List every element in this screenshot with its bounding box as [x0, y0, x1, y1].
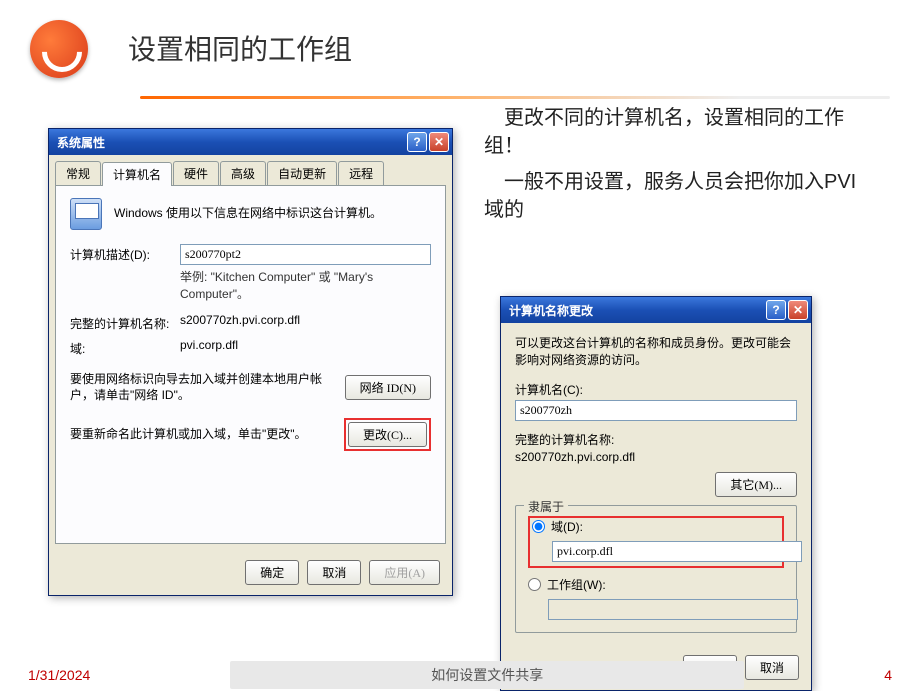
- change-button-highlight: 更改(C)...: [344, 418, 431, 451]
- sysprops-footer: 确定 取消 应用(A): [49, 550, 452, 595]
- sysprops-panel: Windows 使用以下信息在网络中标识这台计算机。 计算机描述(D): 举例:…: [55, 185, 446, 544]
- workgroup-input: [548, 599, 798, 620]
- apply-button[interactable]: 应用(A): [369, 560, 440, 585]
- computer-desc-label: 计算机描述(D):: [70, 244, 180, 263]
- ok-button[interactable]: 确定: [245, 560, 299, 585]
- cancel-button[interactable]: 取消: [307, 560, 361, 585]
- slide-paragraph-1: 更改不同的计算机名，设置相同的工作组！: [484, 104, 864, 160]
- computer-icon: [70, 198, 102, 230]
- computer-desc-input[interactable]: [180, 244, 431, 265]
- member-of-fieldset: 隶属于 域(D): 工作组(W):: [515, 505, 797, 633]
- slide-paragraph-2: 一般不用设置，服务人员会把你加入PVI域的: [484, 168, 864, 224]
- sysprops-intro: Windows 使用以下信息在网络中标识这台计算机。: [114, 198, 382, 221]
- rename-name-label: 计算机名(C):: [515, 381, 797, 398]
- rename-body: 可以更改这台计算机的名称和成员身份。更改可能会影响对网络资源的访问。 计算机名(…: [501, 323, 811, 645]
- domain-value: pvi.corp.dfl: [180, 338, 431, 352]
- slide-body-text: 更改不同的计算机名，设置相同的工作组！ 一般不用设置，服务人员会把你加入PVI域…: [484, 104, 864, 232]
- footer-date: 1/31/2024: [28, 667, 90, 683]
- domain-label: 域:: [70, 338, 180, 357]
- workgroup-radio[interactable]: [528, 578, 541, 591]
- fullname-value: s200770zh.pvi.corp.dfl: [180, 313, 431, 327]
- member-of-legend: 隶属于: [524, 498, 568, 515]
- rename-titlebar[interactable]: 计算机名称更改 ? ✕: [501, 297, 811, 323]
- footer-title: 如何设置文件共享: [230, 661, 744, 689]
- close-icon[interactable]: ✕: [788, 300, 808, 320]
- header-divider: [140, 96, 890, 99]
- domain-radio-label: 域(D):: [551, 518, 583, 535]
- network-id-button[interactable]: 网络 ID(N): [345, 375, 431, 400]
- change-desc: 要重新命名此计算机或加入域，单击"更改"。: [70, 426, 334, 443]
- rename-title: 计算机名称更改: [509, 302, 764, 319]
- sysprops-tabs: 常规 计算机名 硬件 高级 自动更新 远程: [49, 155, 452, 185]
- rename-dialog: 计算机名称更改 ? ✕ 可以更改这台计算机的名称和成员身份。更改可能会影响对网络…: [500, 296, 812, 691]
- rename-fullname-value: s200770zh.pvi.corp.dfl: [515, 450, 797, 464]
- slide-footer: 1/31/2024 如何设置文件共享 4: [0, 660, 920, 690]
- footer-page-number: 4: [884, 667, 892, 683]
- tab-general[interactable]: 常规: [55, 161, 101, 185]
- close-icon[interactable]: ✕: [429, 132, 449, 152]
- workgroup-radio-label: 工作组(W):: [547, 576, 606, 593]
- tab-computer-name[interactable]: 计算机名: [102, 162, 172, 186]
- tab-hardware[interactable]: 硬件: [173, 161, 219, 185]
- domain-input[interactable]: [552, 541, 802, 562]
- computer-name-input[interactable]: [515, 400, 797, 421]
- domain-option-highlight: 域(D):: [528, 516, 784, 568]
- sysprops-titlebar[interactable]: 系统属性 ? ✕: [49, 129, 452, 155]
- rename-intro: 可以更改这台计算机的名称和成员身份。更改可能会影响对网络资源的访问。: [515, 335, 797, 369]
- other-button[interactable]: 其它(M)...: [715, 472, 797, 497]
- brand-logo: [30, 20, 88, 78]
- rename-fullname-label: 完整的计算机名称:: [515, 431, 797, 448]
- system-properties-window: 系统属性 ? ✕ 常规 计算机名 硬件 高级 自动更新 远程 Windows 使…: [48, 128, 453, 596]
- help-icon[interactable]: ?: [766, 300, 786, 320]
- netid-desc: 要使用网络标识向导去加入域并创建本地用户帐户，请单击"网络 ID"。: [70, 371, 335, 405]
- help-icon[interactable]: ?: [407, 132, 427, 152]
- domain-radio[interactable]: [532, 520, 545, 533]
- tab-advanced[interactable]: 高级: [220, 161, 266, 185]
- change-button[interactable]: 更改(C)...: [348, 422, 427, 447]
- sysprops-title: 系统属性: [57, 134, 405, 151]
- computer-desc-hint: 举例: "Kitchen Computer" 或 "Mary's Compute…: [180, 269, 431, 303]
- tab-auto-update[interactable]: 自动更新: [267, 161, 337, 185]
- tab-remote[interactable]: 远程: [338, 161, 384, 185]
- slide-title: 设置相同的工作组: [128, 28, 352, 68]
- fullname-label: 完整的计算机名称:: [70, 313, 180, 332]
